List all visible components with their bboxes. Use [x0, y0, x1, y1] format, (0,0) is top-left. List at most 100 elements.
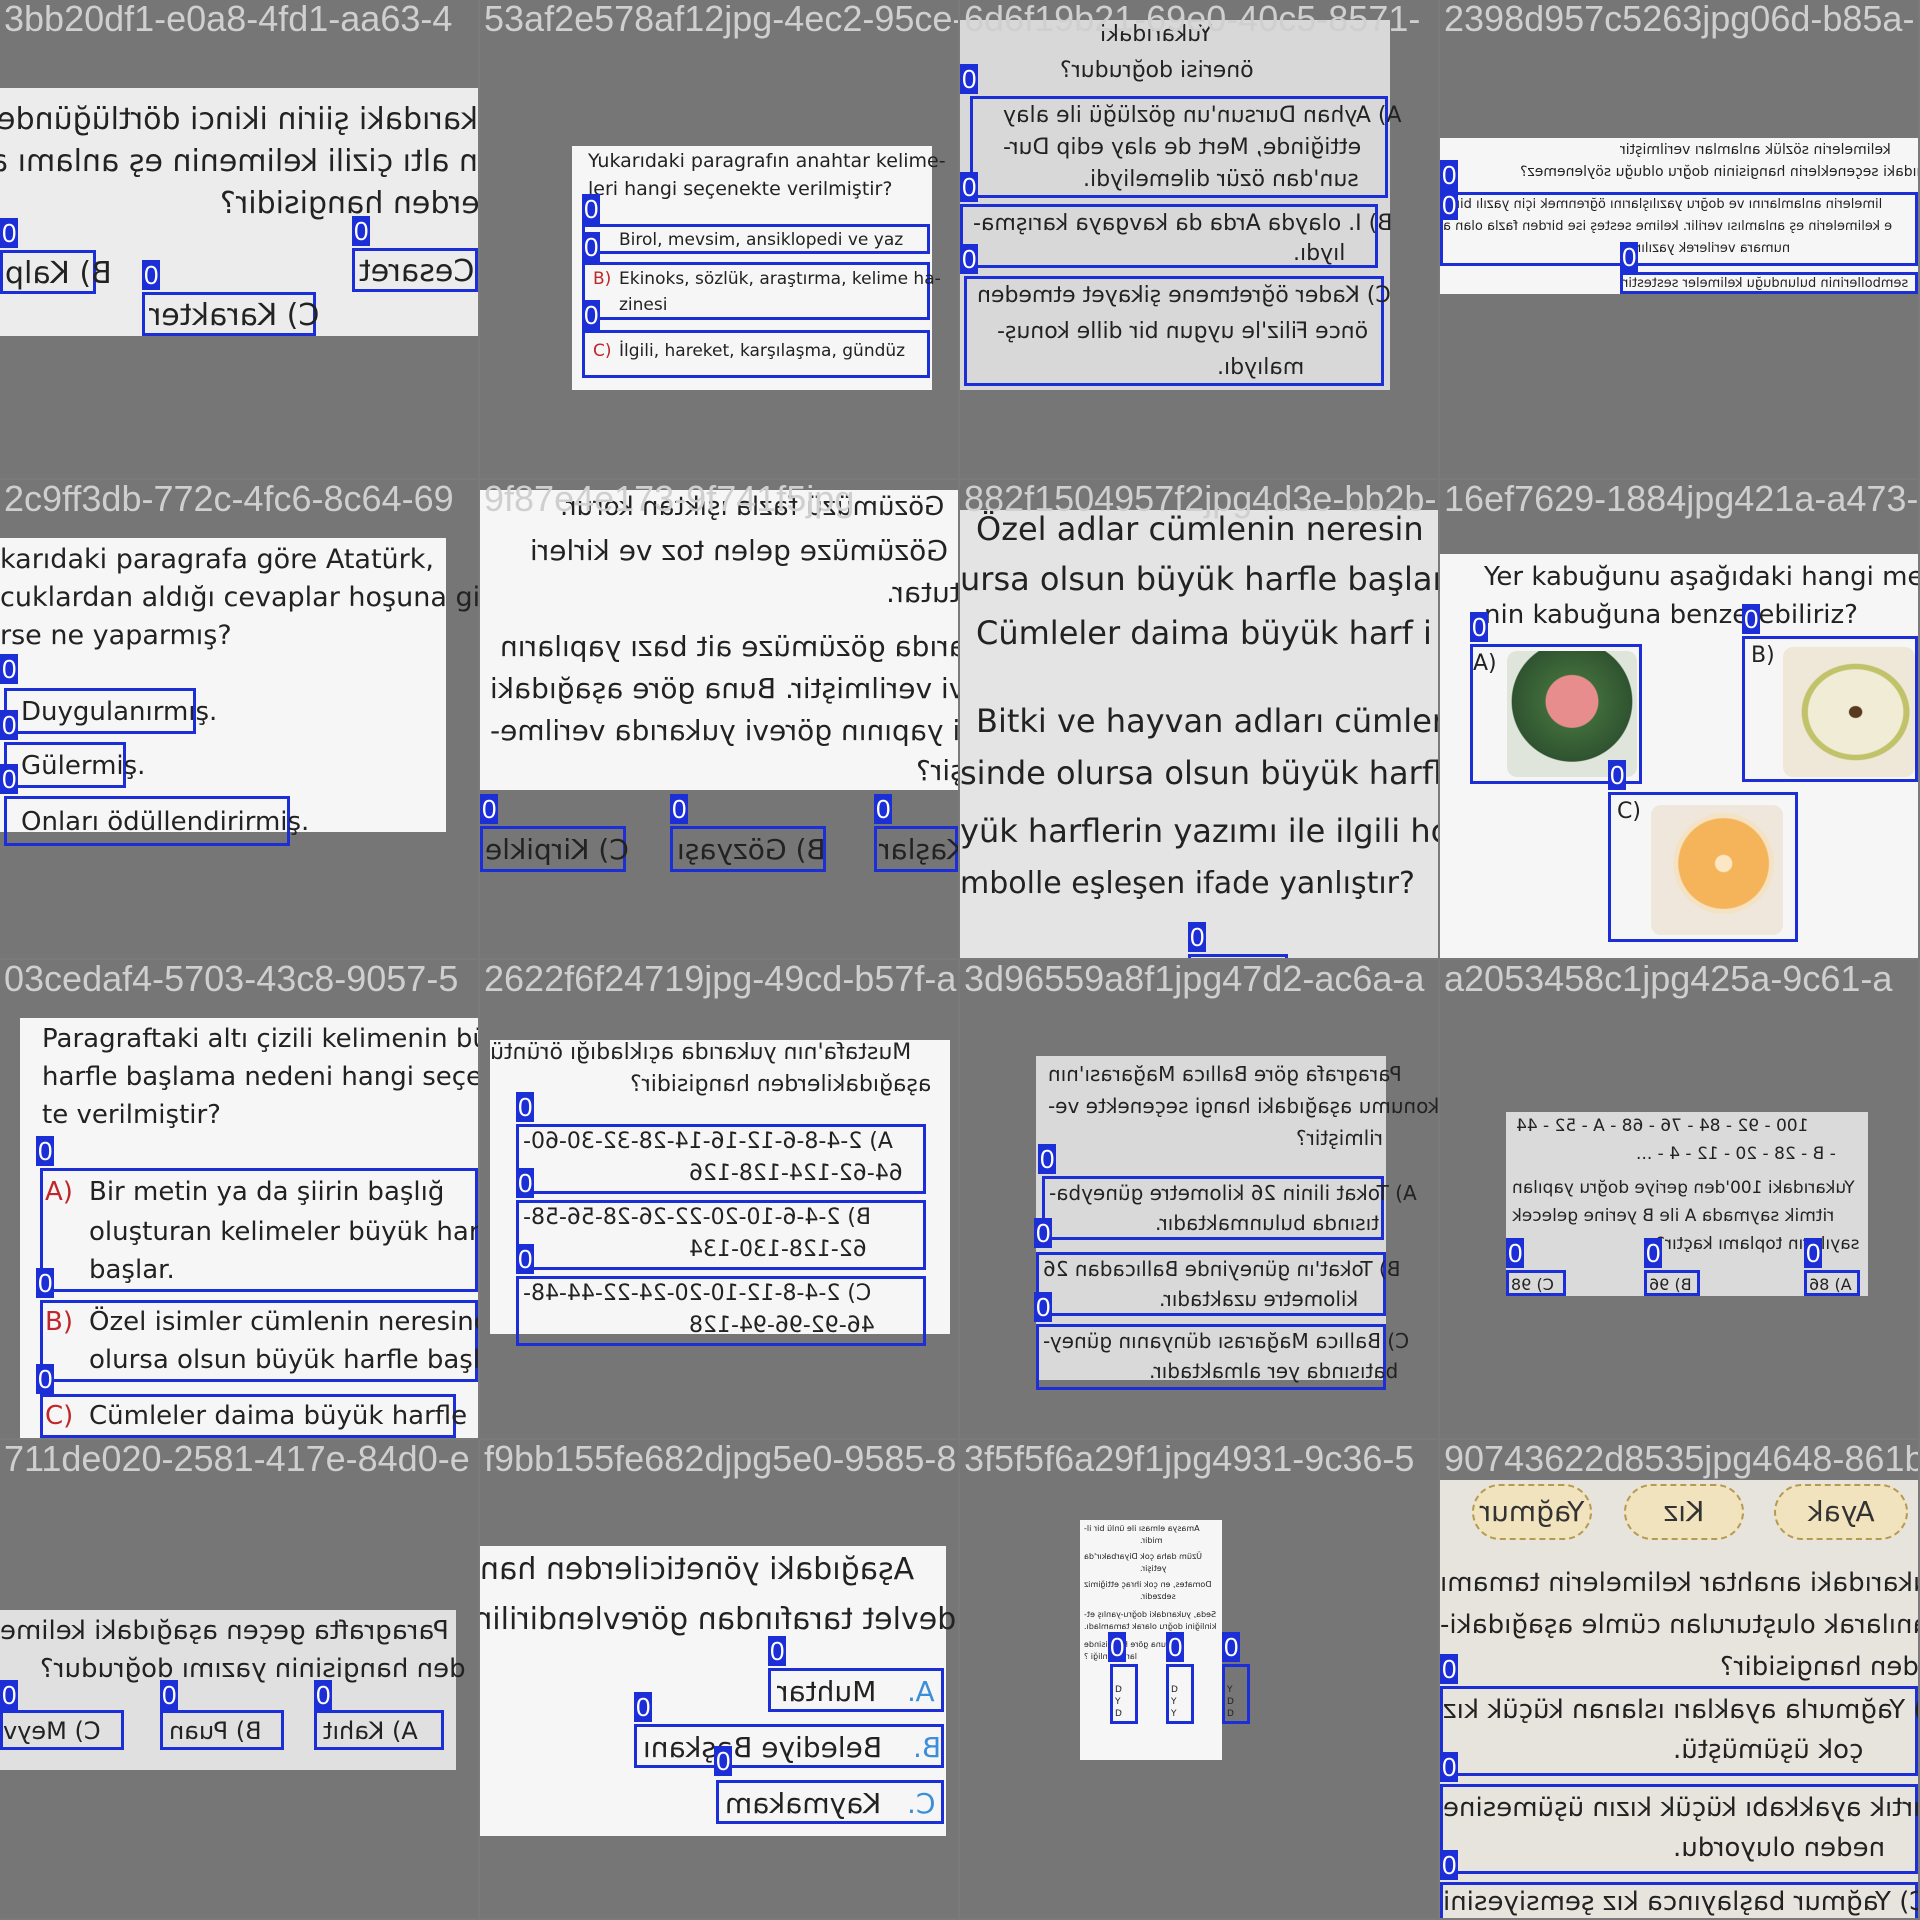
detection-label: 0 [1166, 1632, 1185, 1662]
question-line: gi yapının görevi yukarıda verilme- [490, 714, 958, 747]
answer-option[interactable]: B) Puan [160, 1710, 284, 1750]
question-line: arıda gözümüze ait bazı yapıların [500, 630, 958, 663]
answer-option[interactable]: C) 98 [1506, 1270, 1566, 1296]
question-line: ritmik saymada A ile B yerine gelecek [1512, 1206, 1835, 1226]
tile-1: 53af2e578af12jpg-4ec2-95ce-96 Yukarıdaki… [480, 0, 958, 478]
question-line: önerisi doğrudur? [1060, 58, 1254, 83]
detection-label: 0 [352, 216, 371, 246]
detection-label: 0 [516, 1244, 535, 1274]
answer-option[interactable]: D Y Y [1166, 1664, 1194, 1724]
detection-label: 0 [0, 654, 19, 684]
answer-option[interactable]: Duygulanırmış. [4, 688, 217, 734]
answer-option[interactable]: B) Özel isimler cümlenin neresinde olurs… [40, 1300, 478, 1382]
tile-title: 90743622d8535jpg4648-861b- [1444, 1440, 1918, 1479]
detection-label: 0 [314, 1680, 333, 1710]
answer-option[interactable]: A) 86 [1804, 1270, 1860, 1296]
answer-option[interactable]: A) Bir metin ya da şiirin başlığ oluştur… [40, 1168, 478, 1292]
answer-option[interactable]: Belediye Başkanı B. [634, 1724, 944, 1768]
detection-label: 0 [1742, 604, 1761, 634]
question-line: Gözümüze gelen toz ve kirleri [530, 534, 948, 567]
detection-label: 0 [160, 1680, 179, 1710]
answer-option[interactable]: A) Kahıt [314, 1710, 444, 1750]
question-line: Bitki ve hayvan adları cümler [976, 702, 1438, 740]
answer-option[interactable]: Gülermiş. [4, 742, 145, 788]
keyword-chip: Kız [1624, 1484, 1744, 1540]
question-line: Seda, yukarıdaki doğru-yanlış et- [1084, 1610, 1217, 1619]
answer-option[interactable]: A) 2-4-8-6-12-16-14-28-32-30-60- 64-62-1… [516, 1124, 926, 1194]
question-line: rse ne yaparmış? [0, 620, 232, 651]
question-line: nin kabuğuna benzetebiliriz? [1484, 600, 1858, 630]
tile-title: 3d96559a8f1jpg47d2-ac6a-a [964, 960, 1425, 999]
answer-option[interactable]: A) Tokat ilinin 26 kilometre güneybа- tı… [1042, 1176, 1417, 1240]
detection-label: 0 [1038, 1144, 1057, 1174]
answer-option[interactable]: Birol, mevsim, ansiklopedi ve yaz [582, 224, 930, 254]
answer-option[interactable]: Muhtar A. [768, 1668, 944, 1712]
answer-option[interactable]: sembollerinin bulunduğu kelimeler sestes… [1620, 272, 1918, 294]
question-line: Paragraftaki altı çizili kelimenin büy [42, 1024, 478, 1054]
detection-label: 0 [1222, 1632, 1241, 1662]
tile-12: 711de020-2581-417e-84d0-e Paragrafta geç… [0, 1440, 478, 1918]
answer-option[interactable]: C) Meyv [0, 1710, 124, 1750]
answer-option[interactable]: C) [1608, 792, 1798, 942]
tile-4: 2c9ff3db-772c-4fc6-8c64-69 karıdaki para… [0, 480, 478, 958]
answer-option[interactable]: B) I. olayda Arda da kavgaya karışma- lı… [960, 204, 1392, 268]
question-line: ağıdaki seçeneklerin hangisinin doğru ol… [1520, 164, 1918, 180]
detection-label: 0 [960, 244, 979, 274]
question-card: Amasya elması ile ünlü bir il- midir. Üz… [1080, 1520, 1222, 1760]
answer-option[interactable] [1188, 954, 1288, 958]
tile-14: 3f5f5f6a29f1jpg4931-9c36-5 Amasya elması… [960, 1440, 1438, 1918]
question-line: mbolle eşleşen ifade yanlıştır? [960, 866, 1415, 901]
answer-option[interactable]: Kaşlar [874, 826, 958, 872]
tile-3: 2398d957c5263jpg06d-b85a- kelimelerin sö… [1440, 0, 1918, 478]
answer-option[interactable]: B) Tokat'ın güneyinde Ballıcadan 26 kilo… [1036, 1252, 1400, 1316]
answer-option[interactable]: B) [1742, 636, 1918, 782]
answer-option[interactable]: C) 2-4-8-12-10-20-24-22-44-48- 46-92-96-… [516, 1276, 926, 1346]
question-line: - B - 28 - 20 - 12 - 4 - ... [1636, 1144, 1836, 1164]
answer-option[interactable]: C) Cümleler daima büyük harfle [40, 1394, 467, 1438]
answer-option[interactable]: C) Karakter [142, 292, 319, 336]
question-line: rilmiştir? [1296, 1126, 1384, 1150]
answer-option[interactable]: B) Yırtık ayakkabı küçük kızın üşümesine… [1440, 1784, 1918, 1874]
answer-option[interactable]: B) Gözyaşı [670, 826, 826, 872]
answer-option[interactable]: C) İlgili, hareket, karşılaşma, gündüz [582, 330, 930, 378]
tile-title: 53af2e578af12jpg-4ec2-95ce-96 [484, 0, 958, 39]
question-line: şir? [916, 754, 958, 787]
tile-13: f9bb155fe682djpg5e0-9585-8 Aşağıdaki yön… [480, 1440, 958, 1918]
tile-title: 882f1504957f2jpg4d3e-bb2b- [964, 480, 1437, 519]
tile-7: 16ef7629-1884jpg421a-a473-3 Yer kabuğunu… [1440, 480, 1918, 958]
question-line: kilerden hangisidir? [220, 186, 478, 221]
tile-title: 6d6f19b21-69e0-40c5-8571- [964, 0, 1421, 39]
answer-option[interactable]: C) Ballıca Mağarası dünyanın güney- batı… [1036, 1324, 1409, 1390]
answer-option[interactable]: B) 96 [1644, 1270, 1700, 1296]
detection-label: 0 [582, 232, 601, 262]
question-line: erden hangisidir? [1720, 1652, 1918, 1682]
answer-option[interactable]: B) Kalp [0, 250, 112, 294]
tile-2: 6d6f19b21-69e0-40c5-8571- Yukarıdaki öne… [960, 0, 1438, 478]
answer-option[interactable]: Y D D [1222, 1664, 1250, 1724]
answer-option[interactable]: C) Kader öğretmene şikayet etmeden önce … [964, 276, 1391, 386]
answer-option[interactable]: A) Yağmurla ayakları ıslanan küçük kız ç… [1440, 1686, 1918, 1776]
tile-5: 9f87e4e173-9f741f5jpg Gözümüzü fazla ışı… [480, 480, 958, 958]
detection-label: 0 [0, 764, 19, 794]
answer-option[interactable]: C) Yağmur başlayınca kız şemsiyesini [1440, 1882, 1918, 1918]
answer-option[interactable]: D Y D [1110, 1664, 1138, 1724]
answer-option[interactable]: Kaymakam C. [716, 1780, 944, 1824]
answer-option[interactable]: B) 2-4-6-10-20-22-26-28-56-58- 62-128-13… [516, 1200, 926, 1270]
tile-6: 882f1504957f2jpg4d3e-bb2b- Özel adlar cü… [960, 480, 1438, 958]
tile-title: 3f5f5f6a29f1jpg4931-9c36-5 [964, 1440, 1415, 1479]
question-line: ukarıdaki anahtar kelimelerin tamamı [1440, 1568, 1918, 1598]
answer-option[interactable]: Onları ödüllendirirmiş. [4, 796, 309, 846]
answer-option[interactable]: A) Ayhan Dursun'un gözlüğü ile alay etti… [970, 96, 1402, 198]
question-line: den hangisinin yazımı doğrudur? [40, 1654, 466, 1684]
tile-15: 90743622d8535jpg4648-861b- Yağmur Kız Ay… [1440, 1440, 1918, 1918]
answer-option[interactable]: C) Kirpikle [480, 826, 629, 872]
answer-option[interactable]: B) Ekinoks, sözlük, araştırma, kelime ha… [582, 262, 941, 320]
question-line: midir. [1140, 1536, 1163, 1545]
tile-11: a2053458c1jpg425a-9c61-a 100 - 92 - 84 -… [1440, 960, 1918, 1438]
question-line: ivi verilmiştir. Buna göre aşağıdaki [490, 672, 958, 705]
answer-option[interactable]: Cesaret [352, 248, 478, 292]
question-line: Paragrafta geçen aşağıdaki kelime [0, 1616, 449, 1646]
answer-option[interactable]: limelerin anlamlarını ve doğru yazılışla… [1440, 192, 1918, 266]
detection-label: 0 [1804, 1238, 1823, 1268]
question-line: kinliğini doğru olarak tamamladı. [1084, 1622, 1217, 1631]
